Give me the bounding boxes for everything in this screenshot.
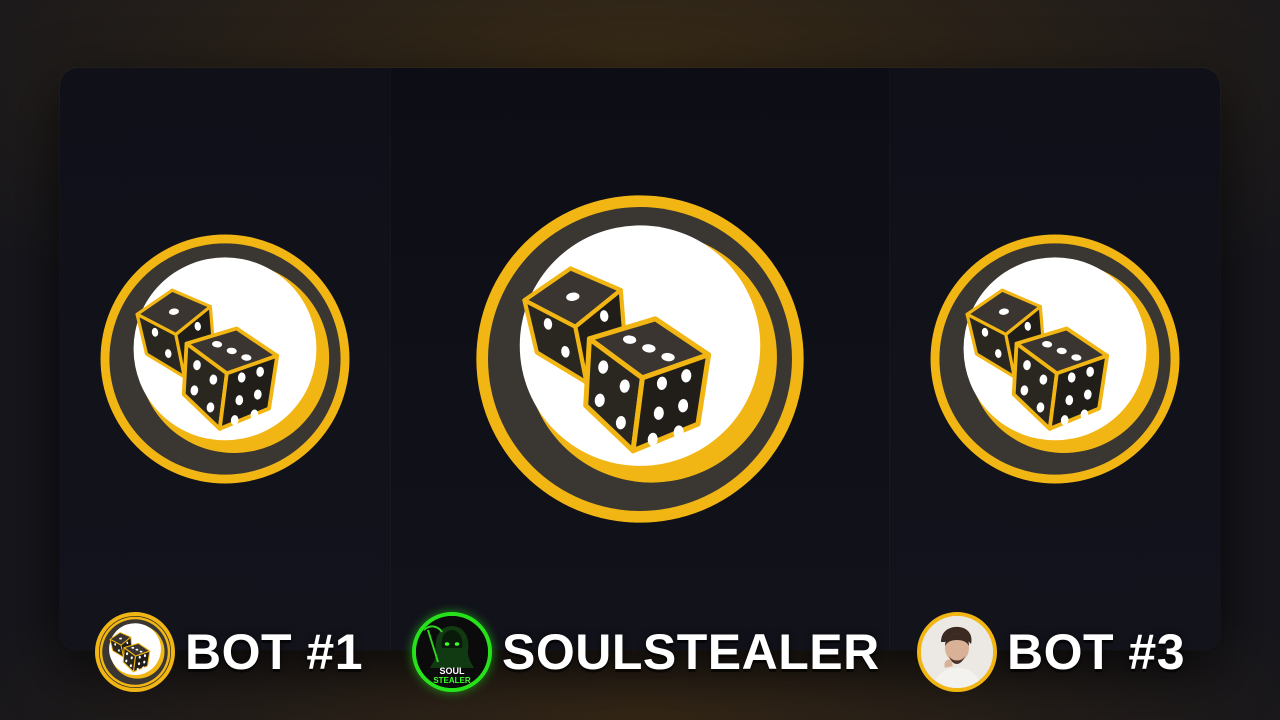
logo-text-stealer: STEALER <box>433 676 471 685</box>
player-name: SOULSTEALER <box>502 624 880 680</box>
dice-coin-icon <box>98 232 352 486</box>
player-name: BOT #3 <box>1007 624 1186 680</box>
player-name: BOT #1 <box>185 624 364 680</box>
player-2[interactable]: SOUL STEALER SOULSTEALER <box>412 610 880 694</box>
dice-coin-icon <box>928 232 1182 486</box>
player-3[interactable]: BOT #3 <box>917 610 1185 694</box>
logo-text-soul: SOUL <box>439 666 465 676</box>
dice-icon <box>99 616 171 688</box>
slot-2-highlighted <box>390 68 890 650</box>
person-photo-avatar <box>917 612 997 692</box>
slot-3 <box>890 68 1220 650</box>
person-icon <box>921 616 993 688</box>
dice-coin-avatar <box>95 612 175 692</box>
player-1[interactable]: BOT #1 <box>95 610 363 694</box>
dice-coin-icon <box>473 192 807 526</box>
grim-reaper-logo-avatar: SOUL STEALER <box>412 612 492 692</box>
grim-reaper-icon: SOUL STEALER <box>416 616 488 688</box>
case-battle-card <box>60 68 1220 650</box>
players-bar: BOT #1 SOUL STEALER SOULSTEALER BOT #3 <box>0 606 1280 700</box>
slot-1 <box>60 68 390 650</box>
